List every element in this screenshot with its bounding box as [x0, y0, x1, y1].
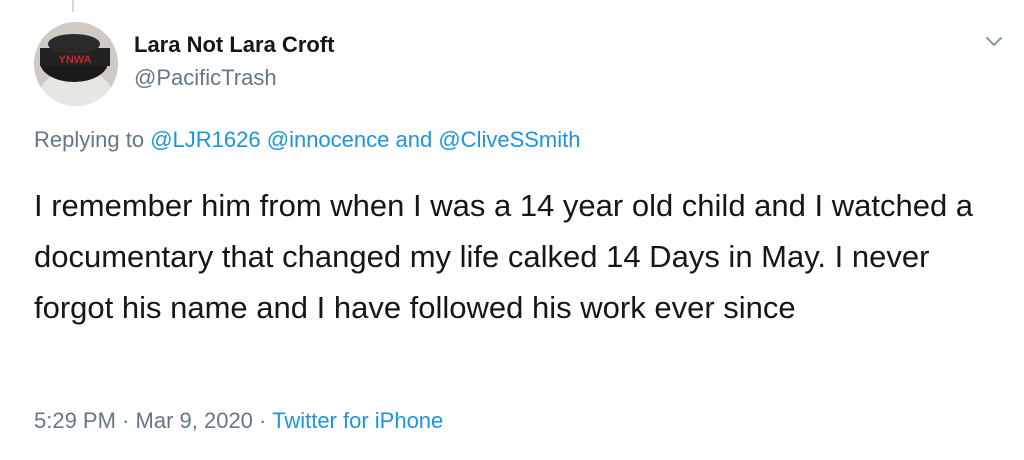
- display-name[interactable]: Lara Not Lara Croft: [134, 32, 334, 58]
- meta-separator: ·: [122, 408, 130, 433]
- mention-link-3[interactable]: @CliveSSmith: [438, 127, 580, 152]
- tweet-meta: 5:29 PM · Mar 9, 2020 · Twitter for iPho…: [34, 408, 443, 434]
- thread-connector-line: [72, 0, 74, 12]
- replying-to-label: Replying to: [34, 127, 145, 152]
- mention-link-2[interactable]: @innocence: [267, 127, 390, 152]
- avatar[interactable]: YNWA: [34, 22, 118, 106]
- user-handle[interactable]: @PacificTrash: [134, 65, 277, 91]
- mention-link-1[interactable]: @LJR1626: [150, 127, 260, 152]
- chevron-down-icon[interactable]: [983, 34, 1005, 50]
- tweet-source-link[interactable]: Twitter for iPhone: [272, 408, 443, 433]
- tweet-time[interactable]: 5:29 PM: [34, 408, 116, 433]
- meta-separator-2: ·: [259, 408, 267, 433]
- avatar-image: YNWA: [34, 22, 118, 106]
- tweet-date[interactable]: Mar 9, 2020: [136, 408, 253, 433]
- replying-to-line: Replying to @LJR1626 @innocence and @Cli…: [34, 127, 580, 153]
- tweet-text: I remember him from when I was a 14 year…: [34, 188, 974, 325]
- avatar-lettering: YNWA: [59, 54, 92, 66]
- replying-to-conjunction: and: [395, 127, 433, 152]
